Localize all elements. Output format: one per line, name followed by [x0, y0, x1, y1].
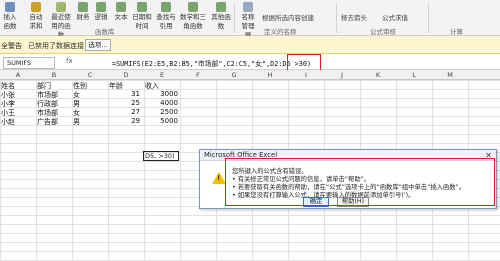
- column-header[interactable]: K: [360, 71, 396, 79]
- book-icon: [137, 2, 147, 12]
- cell-age[interactable]: 27: [110, 108, 140, 116]
- ribbon-separator: [428, 3, 429, 33]
- column-header[interactable]: D: [108, 71, 144, 79]
- recent-functions-button[interactable]: 最近使用的函数: [49, 2, 73, 40]
- security-warning-message: 已禁用了数据连接: [28, 42, 84, 50]
- sigma-icon: [31, 2, 41, 12]
- name-box[interactable]: SUMIFS: [3, 57, 55, 69]
- insert-function-button[interactable]: 插入函数: [3, 2, 17, 31]
- cell-income[interactable]: 5000: [148, 117, 178, 125]
- book-icon: [216, 2, 226, 12]
- column-header[interactable]: B: [36, 71, 72, 79]
- column-headers: A B C D E F G H I J K L M: [0, 70, 500, 80]
- math-button[interactable]: 数学和三角函数: [180, 2, 206, 31]
- column-header[interactable]: E: [144, 71, 180, 79]
- fx-icon: [5, 2, 15, 12]
- security-warning-label: 全警告: [1, 42, 22, 50]
- book-icon: [78, 2, 88, 12]
- column-header[interactable]: F: [180, 71, 216, 79]
- formula-input[interactable]: =SUMIFS(E2:E5,B2:B5,"市场部",C2:C5,"女",D2:D…: [112, 58, 311, 68]
- lookup-button[interactable]: 查找与引用: [155, 2, 177, 31]
- insert-function-label: 插入函数: [3, 13, 17, 30]
- security-warning-bar: 全警告 已禁用了数据连接 选项...: [0, 36, 500, 54]
- formula-bar: SUMIFS fx =SUMIFS(E2:E5,B2:B5,"市场部",C2:C…: [0, 56, 500, 70]
- column-header[interactable]: M: [432, 71, 468, 79]
- autosum-label: 自动求和: [29, 13, 43, 30]
- cell-age[interactable]: 31: [110, 90, 140, 98]
- column-header[interactable]: G: [216, 71, 252, 79]
- column-header[interactable]: A: [0, 71, 36, 79]
- cell-age[interactable]: 25: [110, 99, 140, 107]
- math-label: 数学和三角函数: [180, 13, 206, 30]
- group-formula-auditing: 公式审核: [370, 28, 396, 36]
- cell-income[interactable]: 4000: [148, 99, 178, 107]
- options-button[interactable]: 选项...: [85, 39, 111, 51]
- datetime-label: 日期和时间: [132, 13, 152, 30]
- warning-icon-mark: !: [217, 174, 221, 182]
- group-defined-names: 定义的名称: [264, 28, 297, 36]
- lookup-label: 查找与引用: [156, 13, 176, 30]
- cell-name[interactable]: 小赵: [1, 117, 15, 127]
- text-button[interactable]: 文本: [114, 2, 128, 22]
- cell-age[interactable]: 29: [110, 117, 140, 125]
- column-header[interactable]: I: [288, 71, 324, 79]
- column-header[interactable]: J: [324, 71, 360, 79]
- financial-button[interactable]: 财务: [75, 2, 91, 22]
- column-header[interactable]: L: [396, 71, 432, 79]
- evaluate-formula-button[interactable]: 公式求值: [382, 12, 408, 22]
- book-icon: [96, 2, 106, 12]
- datetime-button[interactable]: 日期和时间: [131, 2, 153, 31]
- text-label: 文本: [114, 13, 128, 21]
- fx-icon[interactable]: fx: [66, 57, 73, 65]
- cell-sex[interactable]: 男: [73, 117, 80, 127]
- group-function-library: 函数库: [95, 28, 115, 36]
- cell-income[interactable]: 3000: [148, 90, 178, 98]
- more-functions-label: 其他函数: [211, 13, 231, 30]
- create-from-selection-button[interactable]: 根据所选内容创建: [262, 12, 314, 22]
- group-calculation: 计算: [450, 28, 463, 36]
- book-icon: [161, 2, 171, 12]
- financial-label: 财务: [76, 13, 90, 21]
- logical-label: 逻辑: [94, 13, 108, 21]
- ribbon-separator: [234, 3, 235, 33]
- column-header[interactable]: C: [72, 71, 108, 79]
- book-icon: [188, 2, 198, 12]
- autosum-button[interactable]: 自动求和: [27, 2, 45, 31]
- active-cell[interactable]: D5, >30): [143, 151, 179, 161]
- dialog-highlight-box: [225, 158, 495, 206]
- star-icon: [56, 2, 66, 12]
- cell-dept[interactable]: 广告部: [37, 117, 58, 127]
- name-manager-button[interactable]: 名称管理器: [240, 2, 256, 40]
- remove-arrows-button[interactable]: 移去箭头: [341, 12, 367, 22]
- ribbon-separator: [336, 3, 337, 33]
- column-header[interactable]: H: [252, 71, 288, 79]
- book-icon: [116, 2, 126, 12]
- logical-button[interactable]: 逻辑: [94, 2, 108, 22]
- tag-icon: [243, 2, 253, 12]
- cell-income[interactable]: 2500: [148, 108, 178, 116]
- ribbon: 插入函数 自动求和 最近使用的函数 财务 逻辑 文本 日期和时间 查找与引用 数…: [0, 0, 500, 39]
- more-functions-button[interactable]: 其他函数: [210, 2, 232, 31]
